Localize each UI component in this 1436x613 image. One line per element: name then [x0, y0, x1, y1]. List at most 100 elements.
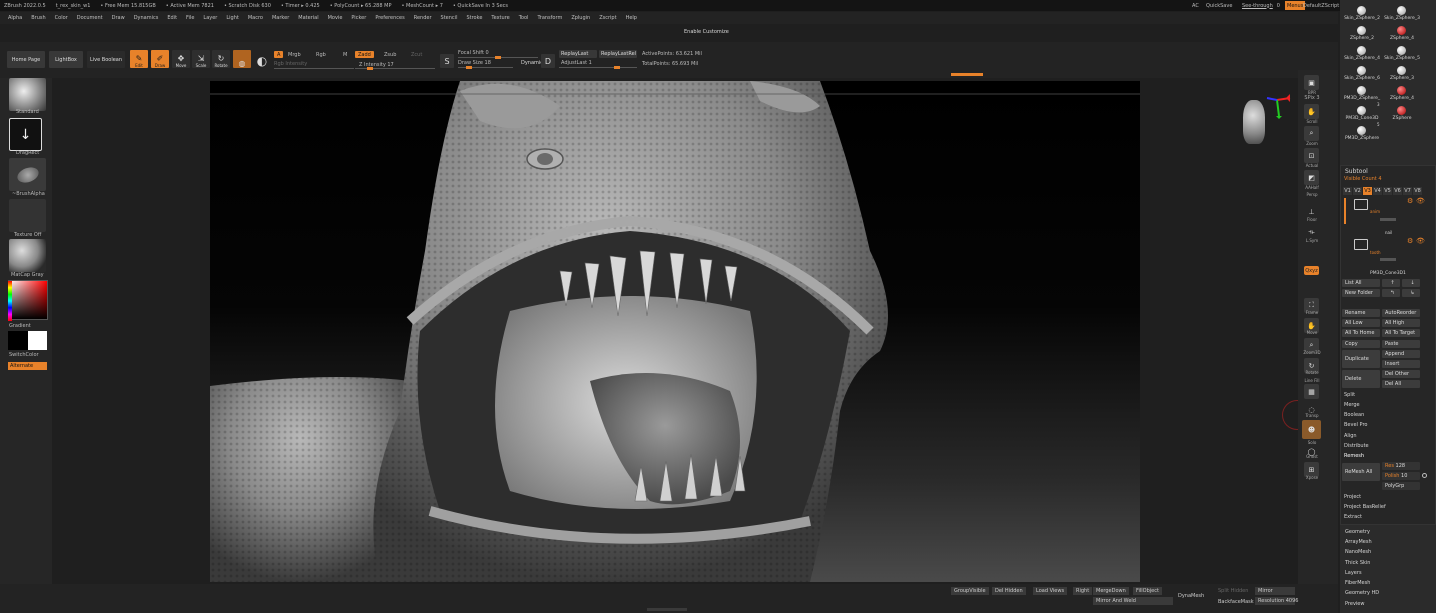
right-view-button[interactable]: Right	[1073, 587, 1093, 595]
version-tab-v5[interactable]: V5	[1383, 187, 1392, 195]
gear-icon[interactable]: ⚙	[1407, 237, 1413, 245]
m-toggle[interactable]: M	[343, 52, 347, 58]
list-all-button[interactable]: List All	[1342, 279, 1380, 287]
polygrp-button[interactable]: PolyGrp	[1382, 482, 1420, 490]
spix-slider[interactable]: SPix 3	[1300, 95, 1324, 101]
menu-zplugin[interactable]: Zplugin	[571, 15, 590, 21]
geometry-hd-section[interactable]: Geometry HD	[1345, 590, 1379, 596]
fibermesh-section[interactable]: FiberMesh	[1345, 580, 1370, 586]
all-to-target-button[interactable]: All To Target	[1382, 329, 1420, 337]
replay-last-button[interactable]: ReplayLast	[559, 50, 597, 58]
menu-texture[interactable]: Texture	[491, 15, 509, 21]
replay-last-rel-button[interactable]: ReplayLastRel	[599, 50, 637, 58]
autoreorder-button[interactable]: AutoReorder	[1382, 309, 1420, 317]
edit-mode-button[interactable]: ✎ Edit	[130, 50, 148, 68]
menu-macro[interactable]: Macro	[248, 15, 263, 21]
a-toggle[interactable]: A	[274, 51, 284, 58]
aahalf-button[interactable]: ◩	[1304, 170, 1319, 185]
tool-thumb[interactable]: Skin_ZSphere_5	[1382, 44, 1422, 64]
menu-file[interactable]: File	[186, 15, 194, 21]
scale-mode-button[interactable]: ⇲ Scale	[192, 50, 210, 68]
polish-slider[interactable]: Polish 10	[1382, 472, 1420, 480]
version-tab-v6[interactable]: V6	[1393, 187, 1402, 195]
append-button[interactable]: Append	[1382, 350, 1420, 358]
menu-help[interactable]: Help	[626, 15, 637, 21]
menu-marker[interactable]: Marker	[272, 15, 289, 21]
menu-alpha[interactable]: Alpha	[8, 15, 22, 21]
tool-thumb[interactable]: Skin_ZSphere_3	[1382, 4, 1422, 24]
insert-button[interactable]: Insert	[1382, 360, 1420, 368]
zadd-toggle[interactable]: Zadd	[355, 51, 374, 58]
subtool-folder-anim[interactable]: ⚙ 👁 anim	[1344, 197, 1428, 227]
menu-layer[interactable]: Layer	[203, 15, 217, 21]
remesh-all-button[interactable]: ReMesh All	[1342, 463, 1380, 481]
boolean-section[interactable]: Boolean	[1344, 412, 1364, 418]
bpr-button[interactable]: ▣	[1304, 75, 1319, 90]
focal-shift-icon[interactable]: S	[440, 54, 454, 68]
main-color-swatch[interactable]	[8, 331, 28, 350]
project-basrelief-section[interactable]: Project BasRelief	[1344, 504, 1386, 510]
switchcolor-button[interactable]: SwitchColor	[9, 352, 49, 358]
rgb-intensity-slider[interactable]	[274, 68, 354, 69]
menu-material[interactable]: Material	[298, 15, 318, 21]
texture-thumb[interactable]	[9, 199, 46, 232]
version-tab-v3[interactable]: V3	[1363, 187, 1372, 195]
menu-stencil[interactable]: Stencil	[441, 15, 458, 21]
rgb-toggle[interactable]: Rgb	[316, 52, 326, 58]
lightbox-button[interactable]: LightBox	[49, 51, 83, 68]
xyz-button[interactable]: Qxyz	[1304, 266, 1319, 275]
tool-thumb[interactable]: Skin_ZSphere_6	[1342, 64, 1382, 84]
groupsvisible-button[interactable]: GroupVisible	[951, 587, 989, 595]
opacity-slider[interactable]	[1380, 258, 1396, 261]
tool-thumb[interactable]: Skin_ZSphere_2	[1342, 4, 1382, 24]
delete-button[interactable]: Delete	[1342, 370, 1380, 388]
sculptris-pro-button[interactable]: ◍	[233, 50, 251, 68]
split-hidden-button[interactable]: Split Hidden	[1215, 587, 1251, 595]
enable-customize-button[interactable]: Enable Customize	[684, 29, 729, 35]
alternate-button[interactable]: Alternate	[8, 362, 47, 370]
menu-render[interactable]: Render	[414, 15, 432, 21]
all-high-button[interactable]: All High	[1382, 319, 1420, 327]
version-tab-v4[interactable]: V4	[1373, 187, 1382, 195]
all-low-button[interactable]: All Low	[1342, 319, 1380, 327]
remesh-section[interactable]: Remesh	[1344, 453, 1364, 459]
thick-skin-section[interactable]: Thick Skin	[1345, 560, 1370, 566]
focal-shift-slider[interactable]: Focal Shift 0	[458, 50, 489, 56]
rename-button[interactable]: Rename	[1342, 309, 1380, 317]
all-to-home-button[interactable]: All To Home	[1342, 329, 1380, 337]
move-mode-button[interactable]: ✥ Move	[172, 50, 190, 68]
copy-button[interactable]: Copy	[1342, 340, 1380, 348]
new-folder-button[interactable]: New Folder	[1342, 289, 1380, 297]
tool-thumb[interactable]: ZSphere	[1382, 104, 1422, 124]
mirror-button[interactable]: Mirror	[1255, 587, 1295, 595]
menu-picker[interactable]: Picker	[351, 15, 366, 21]
menu-document[interactable]: Document	[77, 15, 103, 21]
preview-section[interactable]: Preview	[1345, 601, 1364, 607]
menu-draw[interactable]: Draw	[112, 15, 125, 21]
polish-toggle[interactable]	[1422, 473, 1427, 478]
dynamic-button[interactable]: Dynamic	[521, 60, 543, 66]
tool-thumb[interactable]: ZSphere_3	[1382, 64, 1422, 84]
default-zscript-button[interactable]: DefaultZScript	[1303, 0, 1339, 11]
version-tab-v1[interactable]: V1	[1343, 187, 1352, 195]
matcap-gray-thumb[interactable]	[9, 239, 46, 272]
color-picker[interactable]	[8, 280, 48, 321]
dynamesh-button[interactable]: DynaMesh	[1175, 592, 1207, 600]
menu-brush[interactable]: Brush	[31, 15, 45, 21]
geometry-section[interactable]: Geometry	[1345, 529, 1370, 535]
adjust-last-slider[interactable]: AdjustLast 1	[561, 60, 592, 66]
dragrect-stroke-thumb[interactable]: ↓	[9, 118, 42, 151]
distribute-section[interactable]: Distribute	[1344, 443, 1369, 449]
nanomesh-section[interactable]: NanoMesh	[1345, 549, 1371, 555]
move-to-top-button[interactable]: ↰	[1382, 289, 1400, 297]
version-tab-v8[interactable]: V8	[1413, 187, 1422, 195]
menu-transform[interactable]: Transform	[537, 15, 562, 21]
eye-icon[interactable]: 👁	[1416, 197, 1425, 205]
tool-thumb[interactable]: ZSphere_4	[1382, 24, 1422, 44]
draw-size-slider[interactable]: Draw Size 18	[458, 60, 491, 66]
menu-preferences[interactable]: Preferences	[375, 15, 404, 21]
eye-icon[interactable]: 👁	[1416, 237, 1425, 245]
visible-count-slider[interactable]: Visible Count 4	[1344, 176, 1382, 182]
actual-button[interactable]: ⊡	[1304, 148, 1319, 163]
tool-thumb[interactable]: Skin_ZSphere_4	[1342, 44, 1382, 64]
